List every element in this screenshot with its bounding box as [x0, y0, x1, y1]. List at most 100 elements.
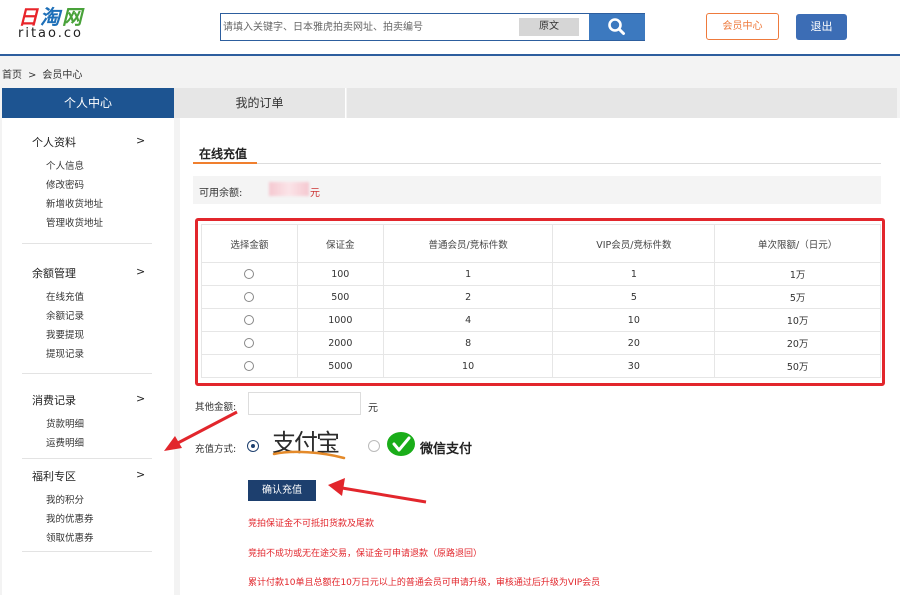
table-cell: 8 — [382, 331, 554, 355]
sidebar-divider — [22, 243, 152, 244]
notice-text: 竞拍不成功或无在途交易，保证金可申请退款（原路退回） — [248, 549, 483, 559]
sidebar-item-online-recharge[interactable]: 在线充值 — [46, 289, 84, 303]
breadcrumb-home[interactable]: 首页 — [2, 70, 22, 81]
wechat-pay-label[interactable]: 微信支付 — [420, 438, 472, 457]
table-cell: 4 — [382, 308, 554, 332]
amount-radio[interactable] — [244, 315, 255, 325]
sidebar-item-my-points[interactable]: 我的积分 — [46, 492, 84, 506]
table-cell-select[interactable] — [201, 285, 298, 309]
table-cell: 5 — [552, 285, 716, 309]
table-row[interactable]: 500 2 5 5万 — [201, 285, 881, 309]
sidebar-divider — [22, 373, 152, 374]
table-cell: 30 — [552, 354, 716, 378]
balance-label: 可用余额: — [199, 188, 243, 199]
table-cell: 1 — [552, 262, 716, 286]
sidebar-item-claim-coupons[interactable]: 领取优惠券 — [46, 530, 94, 544]
chevron-right-icon[interactable]: > — [136, 265, 145, 278]
table-cell: 1 — [382, 262, 554, 286]
main-content: 在线充值 可用余额: 元 选择金额 保证金 普通会员/竞标件数 VIP会员/竞标… — [180, 118, 900, 595]
search-input[interactable] — [223, 17, 513, 37]
table-header: 保证金 — [296, 224, 384, 263]
table-row[interactable]: 100 1 1 1万 — [201, 262, 881, 286]
sidebar-item-balance-records[interactable]: 余额记录 — [46, 308, 84, 322]
amount-radio[interactable] — [244, 292, 255, 302]
sidebar-group-title[interactable]: 福利专区 — [32, 468, 76, 484]
chevron-right-icon[interactable]: > — [136, 468, 145, 481]
table-cell: 2000 — [296, 331, 384, 355]
table-cell: 500 — [296, 285, 384, 309]
sidebar-group-title[interactable]: 余额管理 — [32, 265, 76, 281]
sidebar-item-payment-details[interactable]: 货款明细 — [46, 416, 84, 430]
sidebar-group-title[interactable]: 个人资料 — [32, 134, 76, 150]
logout-button[interactable]: 退出 — [796, 14, 847, 40]
balance-value-blurred — [269, 182, 309, 196]
table-cell: 100 — [296, 262, 384, 286]
alipay-swoosh-icon — [272, 450, 346, 460]
logo-english: ritao.co — [18, 26, 83, 41]
sidebar-divider — [22, 458, 152, 459]
table-cell: 2 — [382, 285, 554, 309]
table-row[interactable]: 1000 4 10 10万 — [201, 308, 881, 332]
table-cell: 20万 — [714, 331, 881, 355]
table-header: 选择金额 — [201, 224, 298, 263]
sidebar-item-withdraw[interactable]: 我要提现 — [46, 327, 84, 341]
sidebar-group-title[interactable]: 消费记录 — [32, 392, 76, 408]
tab-bar-filler — [347, 88, 897, 118]
title-divider — [193, 163, 881, 164]
search-bar: 原文 — [220, 13, 645, 41]
table-header: 单次限额/（日元） — [714, 224, 881, 263]
wechat-radio[interactable] — [368, 440, 380, 452]
table-cell: 10万 — [714, 308, 881, 332]
alipay-logo[interactable]: 支付宝 — [272, 428, 346, 462]
breadcrumb: 首页 > 会员中心 — [2, 66, 82, 81]
table-cell: 10 — [552, 308, 716, 332]
sidebar-item-manage-address[interactable]: 管理收货地址 — [46, 215, 103, 229]
search-button[interactable] — [589, 14, 645, 40]
wechat-icon[interactable] — [386, 431, 416, 459]
sidebar: 个人资料 > 个人信息 修改密码 新增收货地址 管理收货地址 余额管理 > 在线… — [2, 118, 174, 595]
table-cell: 5000 — [296, 354, 384, 378]
confirm-recharge-button[interactable]: 确认充值 — [248, 480, 316, 501]
notice-text: 累计付款10单且总额在10万日元以上的普通会员可申请升级，审核通过后升级为VIP… — [248, 578, 601, 588]
sidebar-item-withdraw-records[interactable]: 提现记录 — [46, 346, 84, 360]
original-text-button[interactable]: 原文 — [519, 18, 579, 36]
table-cell-select[interactable] — [201, 262, 298, 286]
payment-method-label: 充值方式: — [195, 444, 237, 455]
balance-box: 可用余额: 元 — [193, 176, 881, 204]
table-cell-select[interactable] — [201, 308, 298, 332]
member-center-button[interactable]: 会员中心 — [706, 13, 779, 40]
page-title: 在线充值 — [199, 147, 248, 161]
notice-text: 竞拍保证金不可抵扣货款及尾款 — [248, 519, 375, 529]
table-cell: 20 — [552, 331, 716, 355]
balance-unit: 元 — [310, 188, 320, 199]
recharge-table: 选择金额 保证金 普通会员/竞标件数 VIP会员/竞标件数 单次限额/（日元） … — [201, 224, 881, 378]
sidebar-item-my-coupons[interactable]: 我的优惠券 — [46, 511, 94, 525]
sidebar-divider — [22, 551, 152, 552]
table-cell-select[interactable] — [201, 354, 298, 378]
table-row[interactable]: 5000 10 30 50万 — [201, 354, 881, 378]
tab-personal-center[interactable]: 个人中心 — [2, 88, 174, 118]
sidebar-item-personal-info[interactable]: 个人信息 — [46, 158, 84, 172]
site-header: 日淘网 ritao.co 原文 会员中心 退出 — [0, 0, 900, 56]
table-cell-select[interactable] — [201, 331, 298, 355]
sidebar-item-add-address[interactable]: 新增收货地址 — [46, 196, 103, 210]
amount-radio[interactable] — [244, 338, 255, 348]
breadcrumb-separator: > — [28, 70, 37, 81]
site-logo[interactable]: 日淘网 ritao.co — [18, 7, 118, 43]
sidebar-item-change-password[interactable]: 修改密码 — [46, 177, 84, 191]
table-header: 普通会员/竞标件数 — [382, 224, 554, 263]
amount-radio[interactable] — [244, 361, 255, 371]
search-icon — [608, 18, 625, 35]
sidebar-item-shipping-details[interactable]: 运费明细 — [46, 435, 84, 449]
table-row[interactable]: 2000 8 20 20万 — [201, 331, 881, 355]
alipay-radio[interactable] — [247, 440, 259, 452]
chevron-right-icon[interactable]: > — [136, 134, 145, 147]
breadcrumb-current[interactable]: 会员中心 — [42, 70, 82, 81]
amount-radio[interactable] — [244, 269, 255, 279]
other-amount-input[interactable] — [248, 392, 361, 415]
tab-my-orders[interactable]: 我的订单 — [174, 88, 346, 118]
table-cell: 10 — [382, 354, 554, 378]
chevron-right-icon[interactable]: > — [136, 392, 145, 405]
other-amount-label: 其他金额: — [195, 402, 237, 413]
logo-chinese: 日淘网 — [18, 7, 118, 27]
